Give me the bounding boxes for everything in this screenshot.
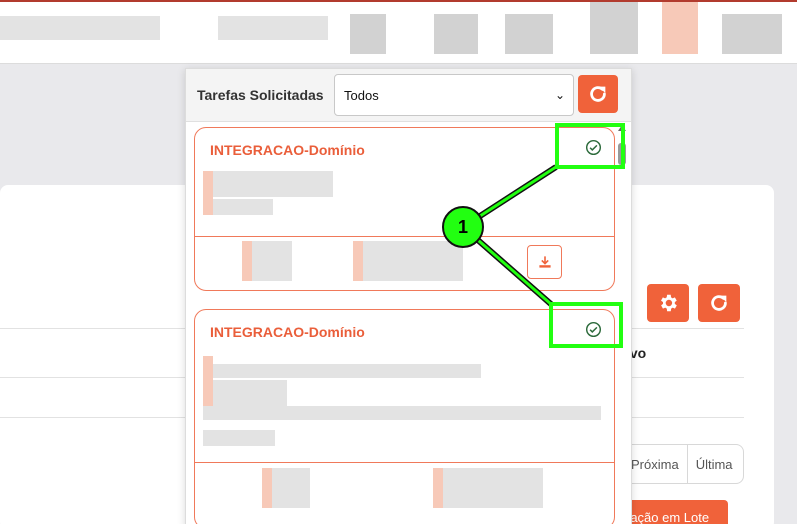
blurred-task-detail [213,364,481,378]
blurred-header-item [722,14,782,54]
blurred-avatar [662,2,698,54]
task-title: INTEGRACAO-Domínio [210,142,365,158]
blurred-task-detail [203,171,213,215]
blurred-task-meta [242,241,252,281]
table-divider [620,328,744,329]
batch-generation-button[interactable]: ração em Lote [622,500,728,524]
blurred-task-meta [443,468,543,508]
blurred-task-meta [363,241,463,281]
task-filter-value: Todos [344,88,379,103]
refresh-icon [590,86,606,102]
table-divider [0,377,190,378]
blurred-task-meta [433,468,443,508]
blurred-task-detail [213,171,333,197]
table-divider [0,328,190,329]
scrollbar[interactable] [617,125,627,167]
blurred-header-text [0,16,160,40]
task-title: INTEGRACAO-Domínio [210,324,365,340]
task-card: INTEGRACAO-Domínio [194,309,615,524]
pagination: Próxima Última [622,444,744,484]
task-card: INTEGRACAO-Domínio [194,127,615,291]
table-divider [620,417,744,418]
blurred-header-item [505,14,553,54]
settings-button[interactable] [647,284,689,322]
blurred-task-meta [262,468,272,508]
check-circle-icon [583,319,603,339]
blurred-task-detail [203,406,601,420]
table-divider [0,417,190,418]
task-divider [195,462,614,463]
download-button[interactable] [527,245,562,279]
download-icon [538,256,551,268]
tasks-refresh-button[interactable] [578,75,618,113]
gear-icon [661,294,677,312]
blurred-header-item [434,14,478,54]
blurred-task-detail [213,199,273,215]
pagination-next[interactable]: Próxima [623,457,687,472]
blurred-header-item [350,14,386,54]
top-header [0,0,797,64]
pagination-last[interactable]: Última [688,457,741,472]
blurred-task-detail [203,356,213,412]
refresh-icon [711,295,727,311]
chevron-down-icon: ⌄ [554,88,565,102]
task-divider [195,236,614,237]
blurred-header-item [590,2,638,54]
panel-header: Tarefas Solicitadas Todos ⌄ [186,69,631,122]
table-divider [620,377,744,378]
page-refresh-button[interactable] [698,284,740,322]
task-filter-select[interactable]: Todos ⌄ [334,74,574,116]
blurred-task-detail [203,430,275,446]
panel-title: Tarefas Solicitadas [197,87,324,103]
blurred-header-text [218,16,328,40]
blurred-task-detail [213,380,287,406]
blurred-task-meta [252,241,292,281]
check-circle-icon [583,137,603,157]
blurred-task-meta [353,241,363,281]
requested-tasks-panel: Tarefas Solicitadas Todos ⌄ INTEGRACAO-D… [185,68,632,524]
blurred-task-meta [272,468,310,508]
